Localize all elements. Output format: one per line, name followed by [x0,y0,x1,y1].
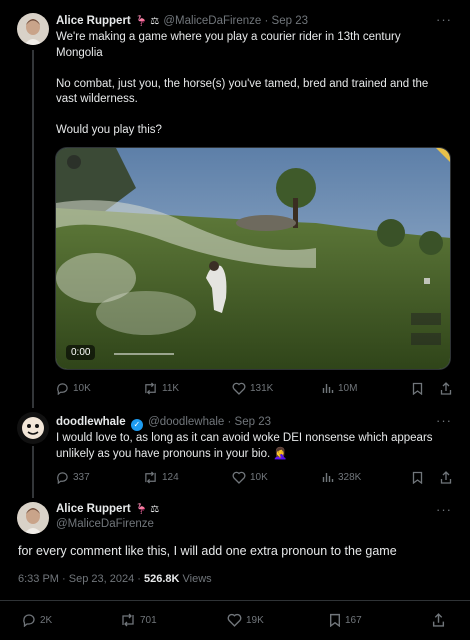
retweet-count: 124 [162,471,179,483]
heart-icon [227,613,242,627]
bookmark-icon [412,382,423,395]
more-options-icon[interactable]: ··· [436,12,452,27]
share-icon [440,381,452,395]
reply-count: 10K [73,382,91,394]
share-icon [440,470,452,484]
display-name[interactable]: Alice Ruppert [56,15,131,27]
name-emoji: 🦩 ⚖ [134,16,160,27]
post-time[interactable]: · Sep 23 [265,15,308,27]
post-timestamp: 6:33 PM · Sep 23, 2024 · 526.8K Views [18,573,212,585]
reply-text: I would love to, as long as it can avoid… [56,432,433,460]
like-count: 10K [250,471,268,483]
views-label: Views [179,573,212,585]
display-name[interactable]: Alice Ruppert [56,503,131,515]
video-progress-bar[interactable] [114,353,174,355]
like-button[interactable]: 131K [232,379,273,397]
thread-line [32,50,34,408]
bookmark-button[interactable] [412,468,423,486]
tweet-header: Alice Ruppert 🦩 ⚖ @MaliceDaFirenze · Sep… [56,14,308,29]
share-button[interactable] [432,611,445,629]
bookmark-icon [329,613,341,627]
views-count: 526.8K [143,573,180,585]
main-header-handle: @MaliceDaFirenze [56,517,154,532]
reply-actions: 337 124 10K 328K [56,468,456,486]
tweet-text: We're making a game where you play a cou… [56,31,429,136]
share-button[interactable] [440,379,452,397]
share-icon [432,613,445,627]
like-count: 131K [250,382,274,394]
main-header-name: Alice Ruppert 🦩 ⚖ [56,502,160,517]
tweet-actions: 10K 11K 131K 10M [56,379,456,397]
retweet-button[interactable]: 124 [143,468,179,486]
like-count: 19K [246,614,264,626]
share-button[interactable] [440,468,452,486]
views-icon [322,473,334,482]
reply-icon [57,471,68,484]
timestamp-text[interactable]: 6:33 PM · Sep 23, 2024 · [18,573,144,585]
thread-line [32,446,34,498]
verified-badge-icon: ✓ [130,419,143,431]
retweet-button[interactable]: 701 [120,611,157,629]
avatar[interactable] [17,13,49,45]
handle[interactable]: @doodlewhale [148,416,224,428]
views-button[interactable]: 10M [322,379,357,397]
reply-button[interactable]: 337 [56,468,90,486]
handle[interactable]: @MaliceDaFirenze [163,15,261,27]
post-time[interactable]: · Sep 23 [228,416,271,428]
retweet-count: 701 [140,614,157,626]
heart-icon [232,382,246,395]
retweet-icon [122,613,134,627]
views-button[interactable]: 328K [322,468,361,486]
reply-header: doodlewhale ✓ @doodlewhale · Sep 23 [56,415,271,431]
like-button[interactable]: 19K [227,611,264,629]
video-thumbnail [56,148,450,369]
reply-icon [57,382,68,395]
like-button[interactable]: 10K [232,468,268,486]
divider [0,600,470,601]
handle[interactable]: @MaliceDaFirenze [56,518,154,530]
main-tweet-text: for every comment like this, I will add … [18,544,397,558]
avatar[interactable] [17,502,49,534]
video-timestamp: 0:00 [66,345,96,360]
retweet-icon [145,471,156,483]
bookmark-button[interactable]: 167 [329,611,362,629]
view-count: 328K [338,471,362,483]
reply-count: 2K [40,614,53,626]
reply-count: 337 [73,471,90,483]
retweet-count: 11K [162,382,180,394]
retweet-button[interactable]: 11K [143,379,179,397]
avatar[interactable] [17,412,49,444]
retweet-icon [145,382,156,394]
reply-button[interactable]: 10K [56,379,91,397]
reply-button[interactable]: 2K [22,611,52,629]
view-count: 10M [338,382,358,394]
name-emoji: 🦩 ⚖ [134,504,160,515]
bookmark-icon [412,471,423,484]
bookmark-count: 167 [345,614,362,626]
display-name[interactable]: doodlewhale [56,416,126,428]
main-actions: 2K 701 19K 167 [22,611,452,629]
more-options-icon[interactable]: ··· [436,413,452,428]
heart-icon [232,471,246,484]
video-player[interactable]: 0:00 [55,147,451,370]
views-icon [322,384,334,393]
bookmark-button[interactable] [412,379,423,397]
more-options-icon[interactable]: ··· [436,502,452,517]
reply-icon [23,614,35,627]
tweet-thread: { "tweet1": { "name": "Alice Ruppert", "… [0,0,470,640]
